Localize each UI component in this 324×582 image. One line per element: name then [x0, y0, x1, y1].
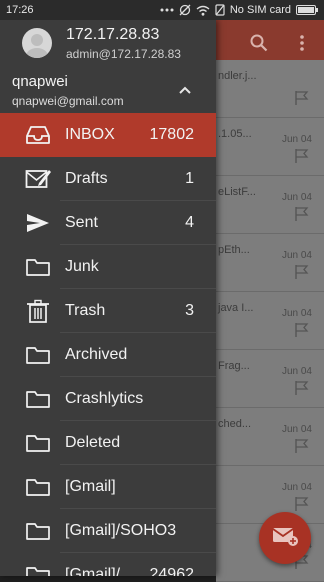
- folder-count: 17802: [149, 126, 195, 143]
- status-icons: No SIM card: [160, 4, 318, 16]
- search-icon[interactable]: [250, 34, 268, 57]
- flag-icon: [294, 438, 310, 459]
- drafts-icon: [25, 166, 51, 192]
- folder-icon: [25, 386, 51, 412]
- folder-label: Deleted: [65, 434, 121, 451]
- account-switcher[interactable]: qnapwei qnapwei@gmail.com: [0, 70, 216, 112]
- folder-icon: [25, 518, 51, 544]
- flag-icon: [294, 380, 310, 401]
- folder-label: [Gmail]: [65, 478, 116, 495]
- mail-date: Jun 04: [281, 308, 312, 319]
- mail-date: Jun 04: [281, 366, 312, 377]
- mail-snippet: ched...: [218, 418, 252, 430]
- folder-count: 24962: [149, 566, 195, 576]
- mail-list-item: ched... Jun 04: [216, 408, 324, 466]
- folder-icon: [25, 342, 51, 368]
- status-bar: 17:26 No SIM card: [0, 0, 324, 20]
- mail-snippet: Frag...: [218, 360, 250, 372]
- no-sim-icon: [215, 4, 225, 16]
- overflow-menu-icon[interactable]: [299, 34, 305, 57]
- folder-label: INBOX: [65, 126, 115, 143]
- mail-date: Jun 04: [281, 482, 312, 493]
- folder-item-sent[interactable]: Sent 4: [0, 201, 216, 245]
- folder-item-gmail[interactable]: [Gmail]: [0, 465, 216, 509]
- mail-date: Jun 04: [281, 424, 312, 435]
- server-account-header[interactable]: 172.17.28.83 admin@172.17.28.83: [0, 20, 216, 68]
- trash-icon: [25, 298, 51, 324]
- folder-icon: [25, 430, 51, 456]
- status-time: 17:26: [6, 4, 34, 16]
- folder-item-deleted[interactable]: Deleted: [0, 421, 216, 465]
- carrier-text: No SIM card: [229, 4, 291, 16]
- folder-count: 1: [185, 170, 194, 187]
- folder-count: 3: [185, 302, 194, 319]
- flag-icon: [294, 148, 310, 169]
- folder-item-crashlytics[interactable]: Crashlytics: [0, 377, 216, 421]
- folder-label: Drafts: [65, 170, 108, 187]
- battery-icon: [296, 5, 318, 15]
- mail-list-item: .1.05... Jun 04: [216, 118, 324, 176]
- folder-label: [Gmail]/SOHO3: [65, 522, 177, 539]
- folder-icon: [25, 474, 51, 500]
- wifi-icon: [196, 5, 210, 16]
- alarm-icon: [179, 4, 191, 16]
- folder-list: INBOX 17802 Drafts 1 Sent 4 Junk Trash 3 Archived…: [0, 113, 216, 576]
- mail-list-item: Frag... Jun 04: [216, 350, 324, 408]
- folder-item-junk[interactable]: Junk: [0, 245, 216, 289]
- flag-icon: [294, 264, 310, 285]
- mail-list-item: java I... Jun 04: [216, 292, 324, 350]
- folder-label: Sent: [65, 214, 98, 231]
- mail-date: Jun 04: [281, 250, 312, 261]
- folder-label: Archived: [65, 346, 128, 363]
- folder-label: Junk: [65, 258, 99, 275]
- mail-snippet: pEth...: [218, 244, 250, 256]
- mail-snippet: ndler.j...: [218, 70, 257, 82]
- navigation-drawer: 172.17.28.83 admin@172.17.28.83 qnapwei …: [0, 20, 216, 576]
- folder-label: Trash: [65, 302, 106, 319]
- compose-button[interactable]: [259, 512, 311, 564]
- avatar: [22, 28, 52, 58]
- account-name: qnapwei: [12, 73, 68, 90]
- flag-icon: [294, 322, 310, 343]
- mail-list-item: eListF... Jun 04: [216, 176, 324, 234]
- mail-list-item: ndler.j...: [216, 60, 324, 118]
- folder-icon: [25, 562, 51, 576]
- folder-item-archived[interactable]: Archived: [0, 333, 216, 377]
- flag-icon: [294, 206, 310, 227]
- compose-mail-icon: [272, 526, 298, 551]
- folder-label: [Gmail]/...: [65, 566, 134, 576]
- account-host: 172.17.28.83: [66, 26, 160, 43]
- mail-snippet: java I...: [218, 302, 254, 314]
- folder-item-trash[interactable]: Trash 3: [0, 289, 216, 333]
- mail-date: Jun 04: [281, 192, 312, 203]
- folder-item-inbox[interactable]: INBOX 17802: [0, 113, 216, 157]
- inbox-icon: [25, 122, 51, 148]
- send-icon: [25, 210, 51, 236]
- flag-icon: [294, 90, 310, 111]
- folder-label: Crashlytics: [65, 390, 144, 407]
- mail-snippet: eListF...: [218, 186, 256, 198]
- mail-list-item: pEth... Jun 04: [216, 234, 324, 292]
- account-email: qnapwei@gmail.com: [12, 94, 124, 108]
- folder-item-drafts[interactable]: Drafts 1: [0, 157, 216, 201]
- chevron-up-icon[interactable]: [178, 82, 192, 100]
- signal-dots-icon: [160, 7, 174, 13]
- account-admin: admin@172.17.28.83: [66, 47, 181, 61]
- folder-count: 4: [185, 214, 194, 231]
- folder-item-gmail-soho3[interactable]: [Gmail]/SOHO3: [0, 509, 216, 553]
- mail-snippet: .1.05...: [218, 128, 252, 140]
- folder-item-gmail[interactable]: [Gmail]/... 24962: [0, 553, 216, 576]
- mail-date: Jun 04: [281, 134, 312, 145]
- folder-icon: [25, 254, 51, 280]
